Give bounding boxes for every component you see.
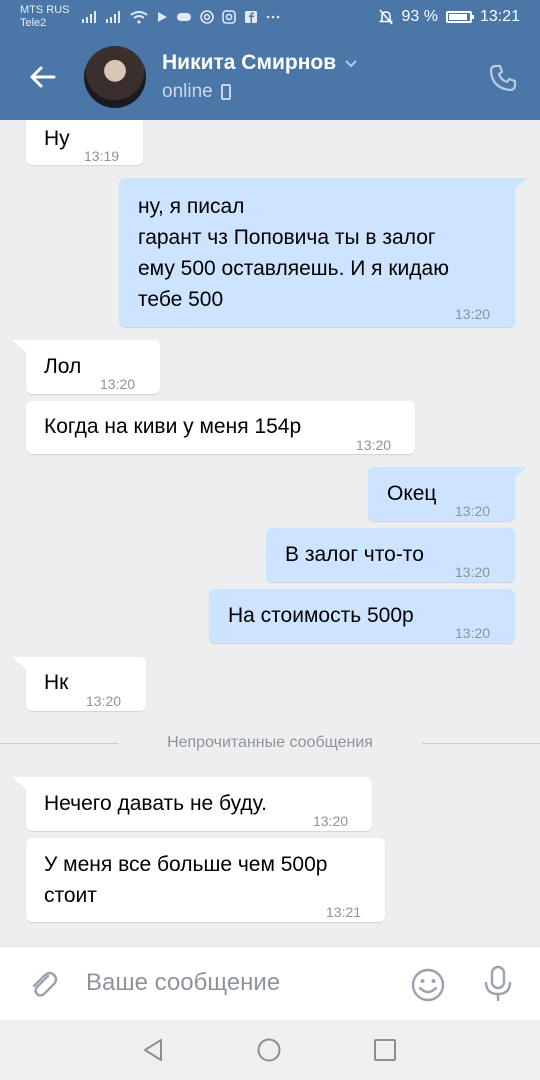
online-status: online bbox=[162, 81, 213, 102]
message-outgoing[interactable]: Окец 13:20 bbox=[368, 467, 527, 521]
chat-header: Никита Смирнов online bbox=[0, 37, 540, 120]
contact-status-row: online bbox=[162, 81, 231, 103]
avatar[interactable] bbox=[84, 46, 146, 108]
carrier-names: MTS RUS Tele2 bbox=[20, 4, 70, 30]
message-time: 13:20 bbox=[455, 564, 491, 580]
divider-line bbox=[422, 743, 540, 744]
message-incoming[interactable]: Нечего давать не буду. 13:20 bbox=[12, 777, 372, 831]
bubble-tail bbox=[12, 657, 26, 669]
mute-icon bbox=[379, 9, 394, 25]
nav-recent-apps-icon[interactable] bbox=[372, 1037, 398, 1063]
contact-name[interactable]: Никита Смирнов bbox=[162, 51, 336, 75]
notification-icons bbox=[82, 10, 280, 24]
message-outgoing[interactable]: На стоимость 500р 13:20 bbox=[209, 589, 515, 643]
message-time: 13:20 bbox=[455, 503, 491, 519]
message-outgoing[interactable]: В залог что-то 13:20 bbox=[266, 528, 515, 582]
carrier-2: Tele2 bbox=[20, 17, 47, 29]
message-input-bar: Ваше сообщение bbox=[0, 946, 540, 1020]
message-incoming[interactable]: Нк 13:20 bbox=[12, 657, 146, 711]
message-incoming[interactable]: Лол 13:20 bbox=[12, 340, 160, 394]
gamepad-icon bbox=[177, 13, 191, 21]
signal-icon bbox=[82, 11, 96, 23]
message-incoming[interactable]: Ну 13:19 bbox=[26, 120, 143, 165]
bubble-tail bbox=[513, 178, 527, 190]
paperclip-icon[interactable] bbox=[26, 967, 60, 1001]
wifi-icon bbox=[130, 10, 148, 24]
chevron-down-icon[interactable] bbox=[344, 56, 358, 70]
message-text: Нечего давать не буду. bbox=[44, 792, 267, 815]
message-text: Ну bbox=[44, 127, 70, 150]
message-time: 13:20 bbox=[313, 813, 349, 829]
message-text: Когда на киви у меня 154р bbox=[44, 415, 302, 438]
emoji-icon[interactable] bbox=[410, 967, 446, 1003]
bubble-tail bbox=[12, 340, 26, 352]
battery-percent: 93 % bbox=[401, 8, 438, 25]
message-time: 13:21 bbox=[326, 904, 362, 920]
carrier-1: MTS RUS bbox=[20, 4, 70, 16]
play-icon bbox=[158, 12, 167, 22]
system-nav-bar bbox=[0, 1020, 540, 1080]
status-time: 13:21 bbox=[479, 8, 520, 25]
nav-home-icon[interactable] bbox=[256, 1037, 282, 1063]
call-icon[interactable] bbox=[488, 63, 518, 93]
battery-icon bbox=[445, 11, 474, 23]
message-incoming[interactable]: У меня все больше чем 500р стоит 13:21 bbox=[26, 838, 385, 922]
message-text: Окец bbox=[387, 482, 437, 505]
mobile-phone-icon bbox=[220, 84, 231, 100]
message-outgoing[interactable]: ну, я писал гарант чз Поповича ты в зало… bbox=[119, 178, 527, 327]
status-bar: MTS RUS Tele2 93 % 13:21 bbox=[0, 0, 540, 37]
message-time: 13:20 bbox=[86, 693, 122, 709]
signal-icon bbox=[106, 11, 120, 23]
unread-divider: Непрочитанные сообщения bbox=[0, 732, 540, 756]
bubble-tail bbox=[513, 467, 527, 479]
instagram-icon bbox=[222, 10, 236, 24]
facebook-icon bbox=[245, 11, 257, 23]
contact-name-row[interactable]: Никита Смирнов bbox=[162, 51, 358, 75]
message-text: У меня все больше чем 500р стоит bbox=[44, 853, 328, 907]
message-time: 13:20 bbox=[455, 625, 491, 641]
message-time: 13:19 bbox=[84, 148, 120, 164]
message-text: На стоимость 500р bbox=[228, 604, 414, 627]
message-text: Лол bbox=[44, 355, 82, 378]
at-icon bbox=[200, 10, 214, 24]
status-right: 93 % 13:21 bbox=[379, 8, 520, 26]
battery-fill bbox=[448, 14, 468, 20]
message-time: 13:20 bbox=[100, 376, 136, 392]
nav-back-icon[interactable] bbox=[141, 1037, 167, 1063]
message-list[interactable]: Ну 13:19 ну, я писал гарант чз Поповича … bbox=[0, 120, 540, 946]
message-text: ну, я писал гарант чз Поповича ты в зало… bbox=[138, 195, 449, 311]
message-incoming[interactable]: Когда на киви у меня 154р 13:20 bbox=[26, 401, 415, 454]
message-time: 13:20 bbox=[455, 306, 491, 322]
back-arrow-icon[interactable] bbox=[26, 61, 58, 93]
message-text: В залог что-то bbox=[285, 543, 424, 566]
message-input[interactable]: Ваше сообщение bbox=[86, 969, 280, 997]
message-text: Нк bbox=[44, 671, 69, 694]
microphone-icon[interactable] bbox=[482, 965, 514, 1003]
bubble-tail bbox=[12, 777, 26, 789]
more-icon bbox=[266, 15, 280, 19]
message-time: 13:20 bbox=[356, 437, 392, 453]
